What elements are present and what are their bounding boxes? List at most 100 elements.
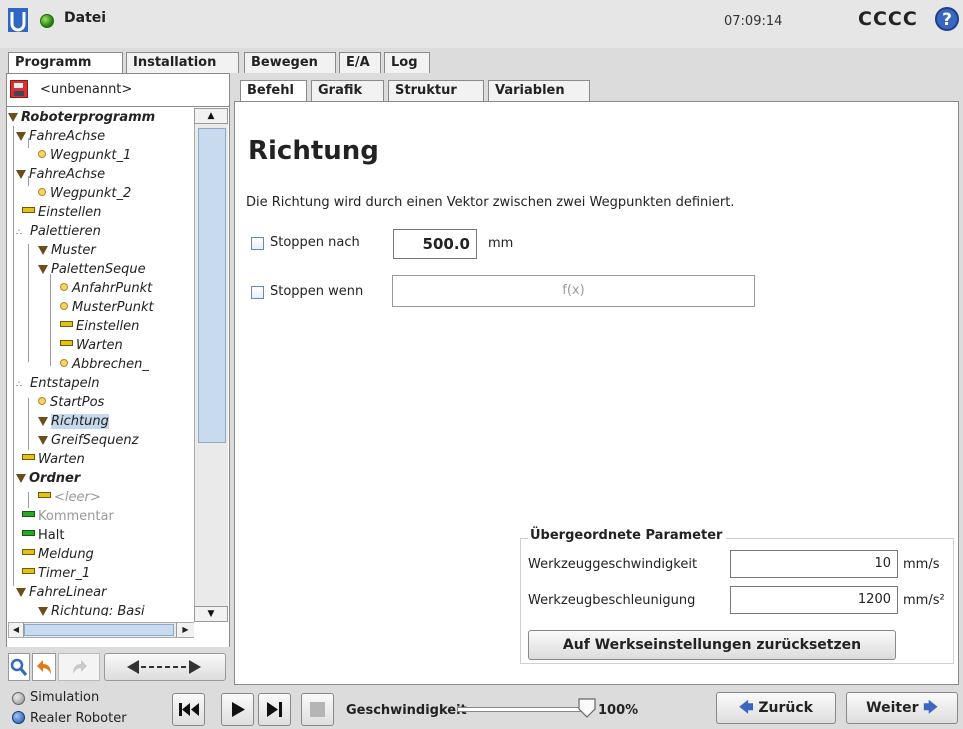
tree-node[interactable]: Wegpunkt_1 <box>38 146 131 165</box>
tab-variablen[interactable]: Variablen <box>488 80 590 101</box>
tree-node[interactable]: GreifSequenz <box>38 431 138 450</box>
tree-node[interactable]: Muster <box>38 241 96 260</box>
scroll-up-button[interactable]: ▲ <box>194 108 228 124</box>
back-label: Zurück <box>758 700 813 716</box>
tree-connector <box>28 492 29 508</box>
stop-when-expression-field[interactable]: f(x) <box>392 275 755 307</box>
step-button[interactable] <box>258 693 291 726</box>
triangle-icon <box>38 607 48 616</box>
stop-after-input[interactable]: 500.0 <box>393 229 477 259</box>
tree-node[interactable]: StartPos <box>38 393 104 412</box>
tab-grafik[interactable]: Grafik <box>311 80 384 101</box>
real-robot-radio[interactable] <box>12 711 25 724</box>
tree-node[interactable]: Halt <box>22 526 64 545</box>
tree-node[interactable]: Warten <box>60 336 123 355</box>
stop-button[interactable] <box>301 693 334 726</box>
page-title: Richtung <box>248 136 379 166</box>
tree-node[interactable]: PalettenSeque <box>38 260 146 279</box>
play-button[interactable] <box>221 693 254 726</box>
speed-slider-handle-icon[interactable] <box>577 697 597 719</box>
tree-node[interactable]: FahreAchse <box>16 165 105 184</box>
comment-icon <box>22 511 35 517</box>
tree-node-selected[interactable]: Richtung <box>38 412 109 431</box>
tree-node[interactable]: Meldung <box>22 545 94 564</box>
waypoint-icon <box>60 283 68 291</box>
divider <box>6 106 230 107</box>
pallet-icon: ∴ <box>16 228 22 238</box>
program-header: <unbenannt> <box>6 74 230 106</box>
speed-slider-track[interactable] <box>457 707 585 712</box>
save-icon[interactable] <box>10 80 28 98</box>
tree-node[interactable]: ∴ Entstapeln <box>16 374 100 393</box>
set-icon <box>60 321 73 327</box>
file-status-icon <box>40 14 54 28</box>
tool-accel-input[interactable]: 1200 <box>730 586 898 614</box>
triangle-icon <box>16 474 26 483</box>
search-icon[interactable] <box>8 653 30 681</box>
tree-node[interactable]: MusterPunkt <box>60 298 154 317</box>
tab-struktur[interactable]: Struktur <box>388 80 484 101</box>
tree-connector <box>28 244 29 362</box>
real-robot-label: Realer Roboter <box>30 711 127 726</box>
tree-node[interactable]: Wegpunkt_2 <box>38 184 131 203</box>
scroll-left-button[interactable]: ◀ <box>9 623 24 637</box>
tree-node[interactable]: Kommentar <box>22 507 114 526</box>
tree-node[interactable]: Einstellen <box>22 203 101 222</box>
waypoint-icon <box>38 188 46 196</box>
tree-node[interactable]: FahreAchse <box>16 127 105 146</box>
stop-after-checkbox[interactable] <box>251 237 264 250</box>
tab-ea[interactable]: E/A <box>339 52 381 73</box>
waypoint-icon <box>60 302 68 310</box>
triangle-icon <box>38 417 48 426</box>
simulation-label: Simulation <box>30 690 100 705</box>
tab-befehl[interactable]: Befehl <box>240 80 307 102</box>
help-icon[interactable]: ? <box>935 7 959 31</box>
parameters-title: Übergeordnete Parameter <box>528 528 727 543</box>
triangle-icon <box>38 436 48 445</box>
timer-icon <box>22 568 35 574</box>
stop-after-unit: mm <box>488 236 514 251</box>
tree-node[interactable]: Ordner <box>16 469 80 488</box>
vertical-scroll-thumb[interactable] <box>198 128 226 443</box>
tool-speed-unit: mm/s <box>903 557 940 572</box>
arrow-left-icon: 🡄 <box>739 700 754 716</box>
tree-node[interactable]: ∴ Palettieren <box>16 222 101 241</box>
tree-node[interactable]: Richtung: Basi <box>38 602 145 616</box>
scroll-down-button[interactable]: ▼ <box>194 606 228 622</box>
tab-bewegen[interactable]: Bewegen <box>244 52 336 73</box>
tool-speed-input[interactable]: 10 <box>730 550 898 578</box>
reset-defaults-button[interactable]: Auf Werkseinstellungen zurücksetzen <box>528 630 896 660</box>
horizontal-scroll-thumb[interactable] <box>24 624 174 636</box>
tree-node[interactable]: Timer_1 <box>22 564 90 583</box>
tree-node[interactable]: Warten <box>22 450 85 469</box>
stop-when-checkbox[interactable] <box>251 286 264 299</box>
tab-log[interactable]: Log <box>384 52 430 73</box>
tab-programm[interactable]: Programm <box>8 52 123 74</box>
back-button[interactable]: 🡄 Zurück <box>716 692 836 724</box>
speed-label: Geschwindigkeit <box>346 703 467 718</box>
tree-node[interactable]: Einstellen <box>60 317 139 336</box>
arrow-right-icon: 🡆 <box>923 700 938 716</box>
tab-installation[interactable]: Installation <box>126 52 239 73</box>
triangle-icon <box>16 132 26 141</box>
halt-icon <box>22 530 35 536</box>
empty-icon <box>38 492 51 498</box>
tree-connector <box>28 398 29 450</box>
next-button[interactable]: Weiter 🡆 <box>846 692 958 724</box>
waypoint-icon <box>38 397 46 405</box>
undo-icon[interactable] <box>32 653 56 681</box>
triangle-icon <box>38 246 48 255</box>
scroll-right-button[interactable]: ▶ <box>176 623 194 637</box>
tree-node[interactable]: FahreLinear <box>16 583 106 602</box>
tree-connector <box>50 274 51 366</box>
file-menu[interactable]: Datei <box>64 10 106 26</box>
tree-node[interactable]: <leer> <box>38 488 101 507</box>
move-node-button[interactable] <box>104 653 226 681</box>
tree-node[interactable]: AnfahrPunkt <box>60 279 152 298</box>
redo-icon[interactable] <box>58 653 100 681</box>
tree-node-roboterprogramm[interactable]: Roboterprogramm <box>8 108 155 127</box>
description: Die Richtung wird durch einen Vektor zwi… <box>246 195 735 210</box>
rewind-button[interactable] <box>172 693 205 726</box>
simulation-radio[interactable] <box>12 692 25 705</box>
tree-node[interactable]: Abbrechen_ <box>60 355 149 374</box>
